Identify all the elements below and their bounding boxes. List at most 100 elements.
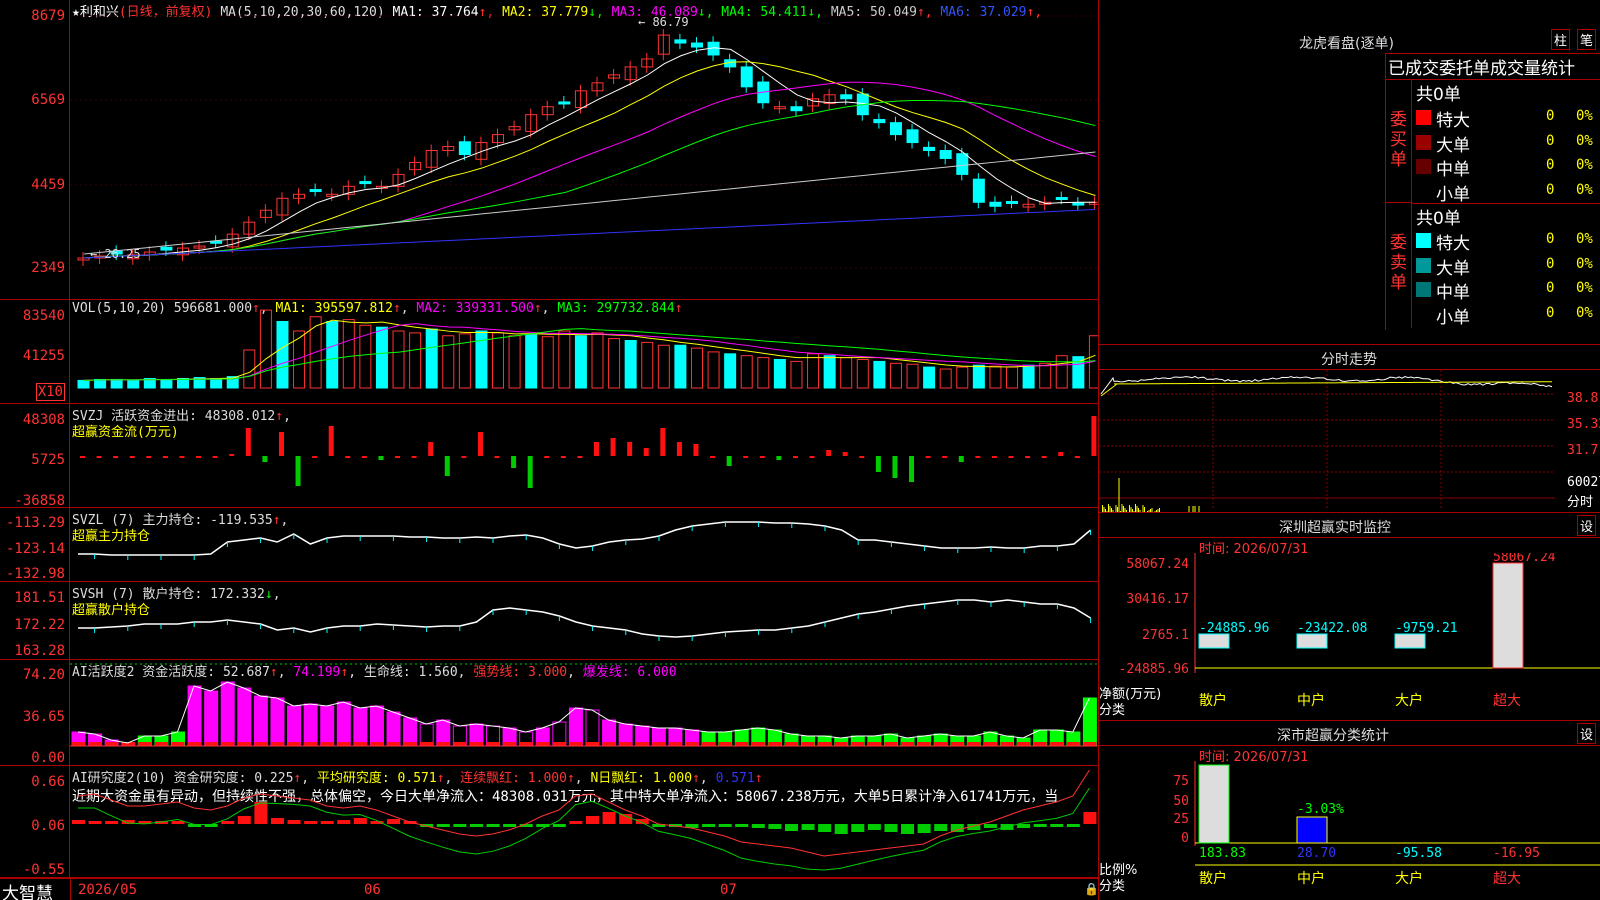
color-swatch xyxy=(1416,110,1431,125)
fund-flow-bar xyxy=(528,456,533,488)
volume-bar xyxy=(609,339,620,388)
research-bar xyxy=(1083,812,1096,824)
svzl-y-axis: -113.29 -123.14 -132.98 xyxy=(0,508,70,581)
svzj-chart[interactable] xyxy=(70,404,1098,508)
color-swatch xyxy=(1416,258,1431,273)
baseline-bar xyxy=(719,742,732,746)
intraday-panel[interactable]: 分时走势 38.8 35.32 31.7 60027 分时 xyxy=(1098,344,1600,512)
kline-panel[interactable]: 8679 6569 4459 2349 ★利和兴(日线，前复权) MA(5,10… xyxy=(0,0,1098,300)
ma-line-2 xyxy=(84,62,1095,258)
ma-line-3 xyxy=(84,82,1095,258)
fund-flow-bar xyxy=(412,456,417,458)
candle xyxy=(973,179,984,202)
fund-flow-bar xyxy=(478,432,483,456)
ai-activity-panel[interactable]: 74.20 36.65 0.00 AI活跃度2 资金活跃度: 52.687↑, … xyxy=(0,660,1098,766)
activity-bar xyxy=(321,706,334,746)
y-tick: 35.32 xyxy=(1567,417,1600,432)
fund-flow-bar xyxy=(279,432,284,456)
volume-panel[interactable]: 83540 41255 X10 VOL(5,10,20) 596681.000↑… xyxy=(0,300,1098,404)
bar-mode-button[interactable]: 柱 xyxy=(1551,29,1570,50)
baseline-bar xyxy=(155,742,168,746)
svsh-panel[interactable]: 181.51 172.22 163.28 SVSH (7) 散户持仓: 172.… xyxy=(0,582,1098,660)
y-tick: 4459 xyxy=(31,177,65,193)
baseline-bar xyxy=(984,742,997,746)
monitor-chart[interactable]: 58067.24 30416.17 2765.1 -24885.96 -24885.96… xyxy=(1099,553,1600,721)
research-bar xyxy=(1034,824,1047,827)
volume-chart[interactable] xyxy=(70,300,1098,404)
color-swatch xyxy=(1416,282,1431,297)
fund-flow-bar xyxy=(627,442,632,456)
svzl-panel[interactable]: -113.29 -123.14 -132.98 SVZL (7) 主力持仓: -… xyxy=(0,508,1098,582)
activity-bar xyxy=(586,710,599,746)
ai-activity-chart[interactable] xyxy=(70,660,1098,766)
y-tick: 8679 xyxy=(31,8,65,24)
volume-bar xyxy=(725,354,736,388)
research-bar xyxy=(254,802,267,824)
baseline-bar xyxy=(288,742,301,746)
y-tick: 0.06 xyxy=(31,818,65,834)
svzl-chart[interactable] xyxy=(70,508,1098,582)
monitor-panel[interactable]: 深圳超赢实时监控 设 时间: 2026/07/31 净额(万元) 分类 5806… xyxy=(1098,512,1600,720)
lock-icon[interactable]: 🔒 xyxy=(1084,882,1099,896)
research-bar xyxy=(304,821,317,824)
tick-mode-button[interactable]: 笔 xyxy=(1577,29,1596,50)
activity-bar xyxy=(370,706,383,746)
category-label: 大户 xyxy=(1395,870,1423,887)
baseline-bar xyxy=(652,742,665,746)
svsh-chart[interactable] xyxy=(70,582,1098,660)
baseline-bar xyxy=(72,742,85,746)
baseline-bar xyxy=(553,742,566,746)
volume-bar xyxy=(957,367,968,388)
y-tick: -36858 xyxy=(14,493,65,509)
research-bar xyxy=(503,824,516,827)
activity-bar xyxy=(188,686,201,746)
volume-bar xyxy=(658,345,669,388)
ratio-pct: -3.03% xyxy=(1297,802,1344,817)
kline-chart[interactable]: ← 86.79 ← 26.25 xyxy=(70,0,1098,300)
order-count: 0 xyxy=(1546,157,1554,173)
order-label: 特大 xyxy=(1436,229,1470,254)
baseline-bar xyxy=(321,742,334,746)
volume-bar xyxy=(509,336,520,388)
order-row: 大单 0 0% xyxy=(1416,253,1600,277)
intraday-chart[interactable] xyxy=(1099,370,1565,513)
net-amount-bar xyxy=(1297,634,1327,648)
fund-flow-bar xyxy=(660,428,665,456)
y-tick: 2349 xyxy=(31,260,65,276)
candle xyxy=(559,102,570,104)
baseline-bar xyxy=(254,742,267,746)
fund-flow-bar xyxy=(130,456,135,458)
research-bar xyxy=(818,824,831,832)
ai-research-panel[interactable]: 0.66 0.06 -0.55 AI研究度2(10) 资金研究度: 0.225↑… xyxy=(0,766,1098,878)
app-logo: 大智慧 xyxy=(2,879,53,900)
y-tick: 5725 xyxy=(31,452,65,468)
ai-research-chart[interactable] xyxy=(70,766,1098,878)
volume-bar xyxy=(675,345,686,388)
research-bar xyxy=(89,821,102,824)
svzj-panel[interactable]: 48308 5725 -36858 SVZJ 活跃资金进出: 48308.012… xyxy=(0,404,1098,508)
baseline-bar xyxy=(669,742,682,746)
baseline-bar xyxy=(934,742,947,746)
fund-flow-bar xyxy=(362,456,367,458)
order-label: 小单 xyxy=(1436,180,1470,205)
candle xyxy=(874,119,885,122)
fund-flow-bar xyxy=(710,456,715,458)
fund-flow-bar xyxy=(594,442,599,456)
activity-bar xyxy=(337,702,350,746)
research-bar xyxy=(487,824,500,827)
fund-flow-bar xyxy=(611,438,616,456)
fund-flow-bar xyxy=(495,456,500,458)
candle xyxy=(990,202,1001,206)
classify-settings-button[interactable]: 设 xyxy=(1577,723,1596,744)
classify-panel[interactable]: 深市超赢分类统计 设 时间: 2026/07/31 比例% 分类 75 50 25 0… xyxy=(1098,720,1600,900)
baseline-bar xyxy=(702,742,715,746)
classify-chart[interactable]: 75 50 25 0 -3.03% 183.83 散户 28.70 中户 -95.58 大户 -16.… xyxy=(1099,761,1600,900)
fund-flow-bar xyxy=(163,456,168,458)
volume-bar xyxy=(774,360,785,389)
y-tick: 36.65 xyxy=(23,709,65,725)
research-bar xyxy=(603,812,616,824)
volume-bar xyxy=(874,361,885,388)
baseline-bar xyxy=(188,742,201,746)
bar-value: 58067.24 xyxy=(1493,553,1556,565)
monitor-settings-button[interactable]: 设 xyxy=(1577,515,1596,536)
